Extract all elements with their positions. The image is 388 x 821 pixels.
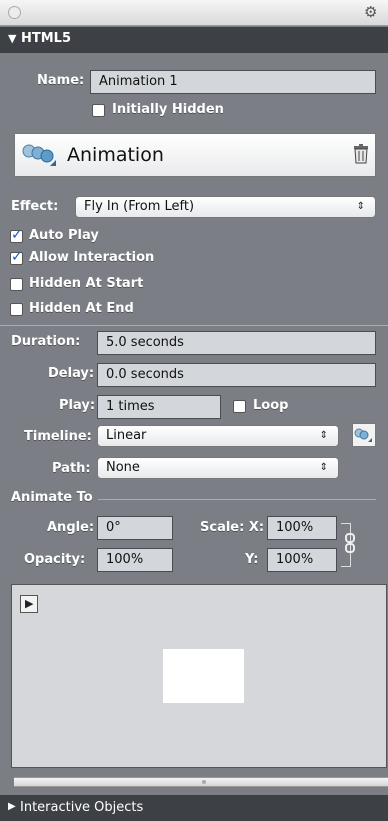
- hidden-at-end-checkbox[interactable]: [10, 303, 23, 316]
- scale-y-label: Y:: [245, 552, 259, 567]
- path-label: Path:: [52, 461, 91, 476]
- play-icon: ▶: [25, 597, 34, 610]
- interactive-objects-section-header[interactable]: ▶ Interactive Objects: [0, 795, 388, 821]
- separator: [0, 325, 388, 326]
- auto-play-label: Auto Play: [29, 228, 99, 243]
- disclosure-triangle-down-icon: ▼: [8, 32, 17, 45]
- animation-header: Animation: [14, 133, 376, 177]
- angle-field[interactable]: 0°: [97, 516, 173, 540]
- name-field[interactable]: Animation 1: [90, 70, 376, 94]
- animation-title: Animation: [67, 144, 164, 166]
- path-select-value: None: [106, 460, 140, 475]
- animate-to-divider: [98, 499, 376, 500]
- play-label: Play:: [59, 398, 96, 413]
- effect-select-value: Fly In (From Left): [84, 199, 195, 214]
- timeline-select-value: Linear: [106, 428, 147, 443]
- gear-icon[interactable]: ⚙: [364, 3, 377, 21]
- loop-checkbox[interactable]: [233, 400, 246, 413]
- opacity-label: Opacity:: [24, 552, 86, 567]
- preview-object: [163, 649, 244, 703]
- animation-preview: ▶: [11, 584, 387, 768]
- allow-interaction-checkbox[interactable]: [10, 249, 23, 265]
- trash-icon[interactable]: [353, 144, 369, 164]
- timeline-select[interactable]: Linear ⇕: [97, 425, 339, 447]
- auto-play-checkbox[interactable]: [10, 227, 23, 243]
- panel-titlebar: ⚙: [0, 0, 388, 26]
- timeline-edit-icon[interactable]: [352, 423, 376, 447]
- play-count-field[interactable]: 1 times: [97, 395, 221, 419]
- opacity-field[interactable]: 100%: [97, 548, 173, 572]
- hidden-at-start-label: Hidden At Start: [29, 276, 144, 291]
- hidden-at-end-label: Hidden At End: [29, 301, 134, 316]
- animation-icon: [22, 144, 56, 166]
- loop-label: Loop: [253, 398, 289, 413]
- path-select[interactable]: None ⇕: [97, 457, 339, 479]
- scale-x-label: Scale: X:: [200, 520, 265, 535]
- effect-label: Effect:: [11, 199, 59, 214]
- effect-select[interactable]: Fly In (From Left) ⇕: [75, 196, 376, 218]
- disclosure-triangle-right-icon: ▶: [8, 801, 16, 812]
- chain-link-icon[interactable]: [344, 533, 356, 553]
- scale-y-field[interactable]: 100%: [267, 548, 337, 572]
- resize-grip-icon: [202, 780, 206, 784]
- animate-to-header: Animate To: [11, 490, 93, 505]
- interactive-objects-title: Interactive Objects: [20, 800, 144, 815]
- timeline-label: Timeline:: [24, 429, 92, 444]
- close-button[interactable]: [8, 6, 21, 19]
- allow-interaction-label: Allow Interaction: [29, 250, 155, 265]
- hidden-at-start-checkbox[interactable]: [10, 278, 23, 291]
- initially-hidden-label: Initially Hidden: [112, 102, 224, 117]
- scale-x-field[interactable]: 100%: [267, 516, 337, 540]
- duration-field[interactable]: 5.0 seconds: [97, 331, 376, 355]
- duration-label: Duration:: [11, 334, 81, 349]
- html5-section-title: HTML5: [21, 31, 72, 46]
- angle-label: Angle:: [47, 520, 95, 535]
- html5-section-header[interactable]: ▼ HTML5: [0, 27, 388, 53]
- delay-field[interactable]: 0.0 seconds: [97, 363, 376, 387]
- select-arrows-icon: ⇕: [319, 430, 328, 441]
- select-arrows-icon: ⇕: [356, 201, 365, 212]
- play-preview-button[interactable]: ▶: [20, 595, 38, 613]
- delay-label: Delay:: [48, 366, 95, 381]
- panel-resize-handle[interactable]: [14, 777, 388, 787]
- select-arrows-icon: ⇕: [319, 462, 328, 473]
- initially-hidden-checkbox[interactable]: [92, 104, 105, 117]
- name-label: Name:: [37, 73, 85, 88]
